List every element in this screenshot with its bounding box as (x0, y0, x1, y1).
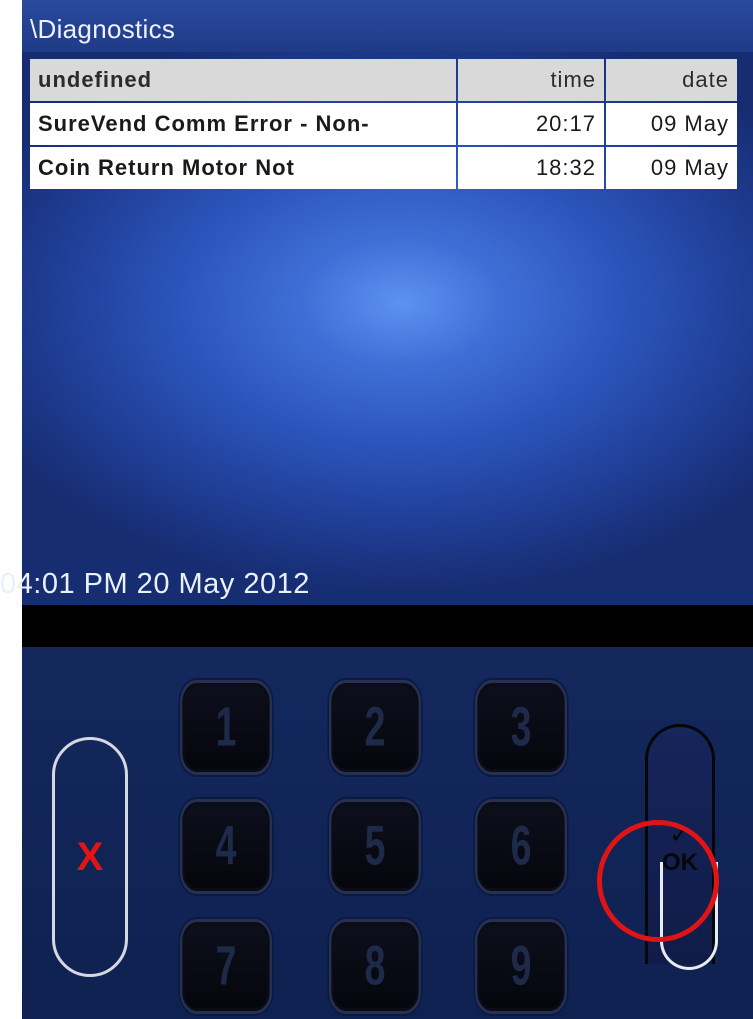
key-label: 5 (364, 816, 386, 877)
key-1[interactable]: 1 (179, 680, 273, 775)
highlight-circle (597, 820, 719, 942)
table-row[interactable]: SureVend Comm Error - Non- 20:17 09 May (30, 103, 737, 145)
key-label: 6 (510, 816, 532, 877)
cancel-x-icon: X (76, 834, 104, 879)
key-label: 4 (215, 816, 237, 877)
column-header-time[interactable]: time (458, 59, 604, 101)
key-label: 1 (215, 697, 237, 758)
diagnostics-table: undefined time date SureVend Comm Error … (28, 57, 739, 191)
key-9[interactable]: 9 (474, 919, 568, 1014)
key-2[interactable]: 2 (328, 680, 422, 775)
column-header-date[interactable]: date (606, 59, 737, 101)
row-time: 20:17 (458, 103, 604, 145)
key-label: 3 (510, 697, 532, 758)
status-clock: 04:01 PM 20 May 2012 (0, 568, 310, 600)
key-8[interactable]: 8 (328, 919, 422, 1014)
key-label: 8 (364, 936, 386, 997)
key-4[interactable]: 4 (179, 799, 273, 894)
row-description: SureVend Comm Error - Non- (30, 103, 456, 145)
vending-terminal: \Diagnostics undefined time date SureVen… (0, 0, 753, 1019)
row-date: 09 May (606, 147, 737, 189)
row-date: 09 May (606, 103, 737, 145)
key-6[interactable]: 6 (474, 799, 568, 894)
row-description: Coin Return Motor Not (30, 147, 456, 189)
window-title: \Diagnostics (30, 14, 176, 44)
key-label: 2 (364, 697, 386, 758)
key-7[interactable]: 7 (179, 919, 273, 1014)
row-time: 18:32 (458, 147, 604, 189)
divider-strip (22, 605, 753, 647)
key-label: 7 (215, 936, 237, 997)
column-header-description[interactable]: undefined (30, 59, 456, 101)
key-label: 9 (510, 936, 532, 997)
key-5[interactable]: 5 (328, 799, 422, 894)
table-header-row: undefined time date (30, 59, 737, 101)
display-screen: \Diagnostics undefined time date SureVen… (22, 0, 753, 605)
key-3[interactable]: 3 (474, 680, 568, 775)
cancel-button[interactable]: X (52, 737, 128, 977)
table-row[interactable]: Coin Return Motor Not 18:32 09 May (30, 147, 737, 189)
title-bar: \Diagnostics (22, 0, 753, 52)
